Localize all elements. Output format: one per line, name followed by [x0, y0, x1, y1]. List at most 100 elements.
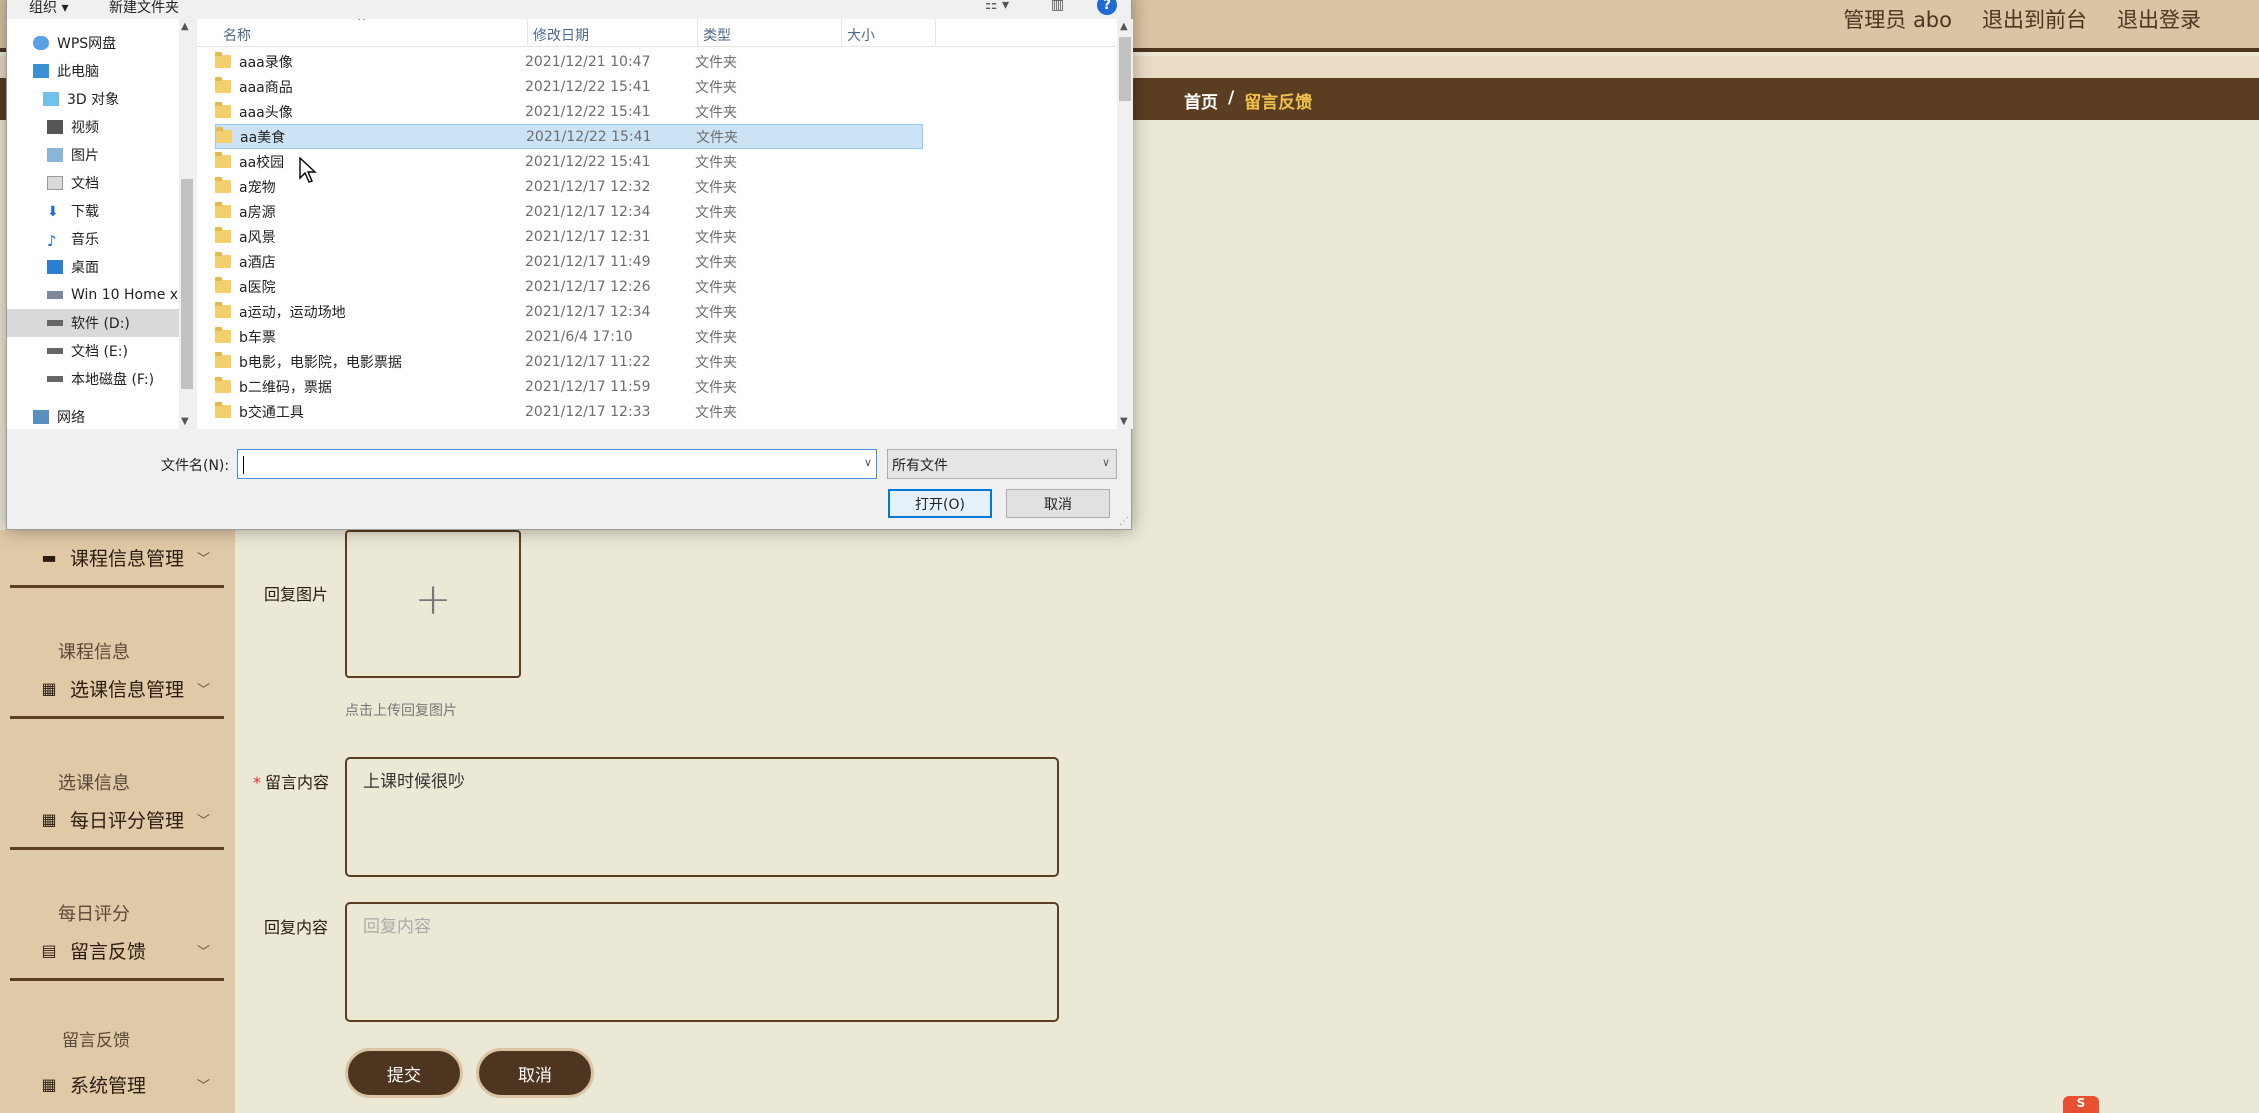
file-row-selected[interactable]: aa美食 2021/12/22 15:41 文件夹	[215, 124, 923, 149]
input-method-icon[interactable]: S	[2063, 1096, 2099, 1113]
required-mark: *	[253, 773, 261, 792]
file-date: 2021/12/22 15:41	[525, 78, 651, 95]
sidebar-group-system[interactable]: ▦ 系统管理 ﹀	[10, 1055, 224, 1113]
file-row[interactable]: aaa头像 2021/12/22 15:41 文件夹	[215, 99, 923, 124]
file-date: 2021/12/17 12:26	[525, 278, 651, 295]
file-row[interactable]: b车票 2021/6/4 17:10 文件夹	[215, 324, 923, 349]
file-name-text: a酒店	[239, 254, 276, 271]
folder-icon	[215, 402, 231, 418]
file-name: aaa商品	[215, 77, 293, 97]
chevron-down-icon: ∨	[1101, 456, 1110, 469]
nav-item-videos[interactable]: 视频	[7, 113, 179, 141]
back-to-frontend-link[interactable]: 退出到前台	[1982, 4, 2087, 34]
sidebar-group-feedback[interactable]: ▤ 留言反馈 ﹀	[10, 923, 224, 981]
sidebar-item-feedback[interactable]: 留言反馈	[10, 1017, 224, 1059]
file-name: aaa头像	[215, 102, 293, 122]
scroll-up-icon[interactable]: ▲	[1120, 21, 1128, 32]
scroll-up-icon[interactable]: ▲	[181, 21, 189, 32]
new-folder-button[interactable]: 新建文件夹	[109, 0, 179, 17]
image-upload-box[interactable]: +	[345, 530, 521, 678]
folder-icon	[215, 352, 231, 368]
nav-item-drive-e[interactable]: 文档 (E:)	[7, 337, 179, 365]
file-row[interactable]: aa校园 2021/12/22 15:41 文件夹	[215, 149, 923, 174]
file-row[interactable]: a医院 2021/12/17 12:26 文件夹	[215, 274, 923, 299]
folder-icon	[215, 52, 231, 68]
nav-item-network[interactable]: 网络	[7, 403, 179, 429]
nav-label: 文档 (E:)	[71, 344, 128, 360]
filename-input[interactable]: ∨	[237, 449, 877, 479]
file-date: 2021/12/17 12:34	[525, 203, 651, 220]
dialog-cancel-button[interactable]: 取消	[1006, 489, 1110, 518]
message-textarea[interactable]: 上课时候很吵	[345, 757, 1059, 877]
file-row[interactable]: a酒店 2021/12/17 11:49 文件夹	[215, 249, 923, 274]
nav-label: 本地磁盘 (F:)	[71, 372, 155, 388]
breadcrumb-separator: /	[1228, 88, 1235, 108]
picture-icon	[47, 148, 63, 162]
nav-item-drive-f[interactable]: 本地磁盘 (F:)	[7, 365, 179, 393]
preview-pane-icon[interactable]: ▥	[1051, 0, 1064, 13]
file-row[interactable]: aaa录像 2021/12/21 10:47 文件夹	[215, 49, 923, 74]
nav-item-desktop[interactable]: 桌面	[7, 253, 179, 281]
logout-link[interactable]: 退出登录	[2117, 4, 2201, 34]
nav-item-music[interactable]: ♪ 音乐	[7, 225, 179, 253]
column-type[interactable]: 类型	[703, 25, 731, 45]
open-button[interactable]: 打开(O)	[888, 489, 992, 518]
nav-item-3d-objects[interactable]: 3D 对象	[7, 85, 179, 113]
column-separator	[935, 19, 936, 47]
cloud-icon	[33, 36, 49, 50]
cancel-button[interactable]: 取消	[476, 1048, 594, 1098]
folder-icon	[215, 202, 231, 218]
music-icon: ♪	[47, 232, 57, 250]
scroll-down-icon[interactable]: ▼	[1120, 416, 1128, 427]
file-type-filter[interactable]: 所有文件 ∨	[887, 449, 1117, 479]
file-open-dialog: 组织 ▾ 新建文件夹 ☷ ▾ ▥ ? WPS网盘 此电脑 3D 对象 视频 图片…	[6, 0, 1133, 530]
file-date: 2021/12/17 11:59	[525, 378, 651, 395]
file-row[interactable]: a运动，运动场地 2021/12/17 12:34 文件夹	[215, 299, 923, 324]
column-name[interactable]: 名称	[223, 25, 251, 45]
file-name-text: a宠物	[239, 179, 276, 196]
folder-icon	[215, 327, 231, 343]
sidebar-group-enrollment[interactable]: ▦ 选课信息管理 ﹀	[10, 661, 224, 719]
nav-item-this-pc[interactable]: 此电脑	[7, 57, 179, 85]
file-type: 文件夹	[695, 154, 737, 171]
help-icon[interactable]: ?	[1097, 0, 1117, 15]
resize-grip-icon[interactable]: ⋰	[1119, 516, 1129, 527]
file-row[interactable]: a风景 2021/12/17 12:31 文件夹	[215, 224, 923, 249]
nav-item-pictures[interactable]: 图片	[7, 141, 179, 169]
reply-image-label: 回复图片	[264, 585, 329, 604]
nav-item-wps-cloud[interactable]: WPS网盘	[7, 29, 179, 57]
sidebar-group-course[interactable]: ▬ 课程信息管理 ﹀	[10, 530, 224, 588]
nav-item-drive-d[interactable]: 软件 (D:)	[7, 309, 179, 337]
scroll-down-icon[interactable]: ▼	[181, 416, 189, 427]
file-row[interactable]: aaa商品 2021/12/22 15:41 文件夹	[215, 74, 923, 99]
nav-item-documents[interactable]: 文档	[7, 169, 179, 197]
chevron-down-icon: ﹀	[196, 945, 210, 960]
nav-scrollbar[interactable]: ▲ ▼	[179, 19, 195, 429]
navigation-pane: WPS网盘 此电脑 3D 对象 视频 图片 文档 ⬇ 下载 ♪ 音乐 桌面 Win …	[7, 19, 195, 429]
column-size[interactable]: 大小	[847, 25, 875, 45]
file-row[interactable]: a房源 2021/12/17 12:34 文件夹	[215, 199, 923, 224]
folder-icon	[215, 227, 231, 243]
folder-icon	[215, 302, 231, 318]
file-row[interactable]: a宠物 2021/12/17 12:32 文件夹	[215, 174, 923, 199]
column-date[interactable]: 修改日期	[533, 25, 589, 45]
file-row[interactable]: b交通工具 2021/12/17 12:33 文件夹	[215, 399, 923, 424]
organize-button[interactable]: 组织 ▾	[29, 0, 68, 17]
submit-button[interactable]: 提交	[345, 1048, 463, 1098]
view-options-icon[interactable]: ☷ ▾	[985, 0, 1009, 13]
file-scroll-thumb[interactable]	[1119, 37, 1131, 101]
sidebar-group-daily-score[interactable]: ▦ 每日评分管理 ﹀	[10, 792, 224, 850]
file-type: 文件夹	[695, 179, 737, 196]
file-list-scrollbar[interactable]: ▲ ▼	[1117, 19, 1133, 429]
chevron-down-icon[interactable]: ∨	[864, 456, 872, 469]
sidebar-group-label: 每日评分管理	[70, 810, 185, 832]
file-row[interactable]: b二维码，票据 2021/12/17 11:59 文件夹	[215, 374, 923, 399]
nav-item-downloads[interactable]: ⬇ 下载	[7, 197, 179, 225]
reply-textarea[interactable]: 回复内容	[345, 902, 1059, 1022]
file-type: 文件夹	[695, 404, 737, 421]
file-row[interactable]: b电影，电影院，电影票据 2021/12/17 11:22 文件夹	[215, 349, 923, 374]
breadcrumb-home[interactable]: 首页	[1184, 88, 1218, 113]
nav-item-win10-drive[interactable]: Win 10 Home x	[7, 281, 179, 309]
nav-scroll-thumb[interactable]	[181, 179, 193, 389]
file-type: 文件夹	[695, 54, 737, 71]
